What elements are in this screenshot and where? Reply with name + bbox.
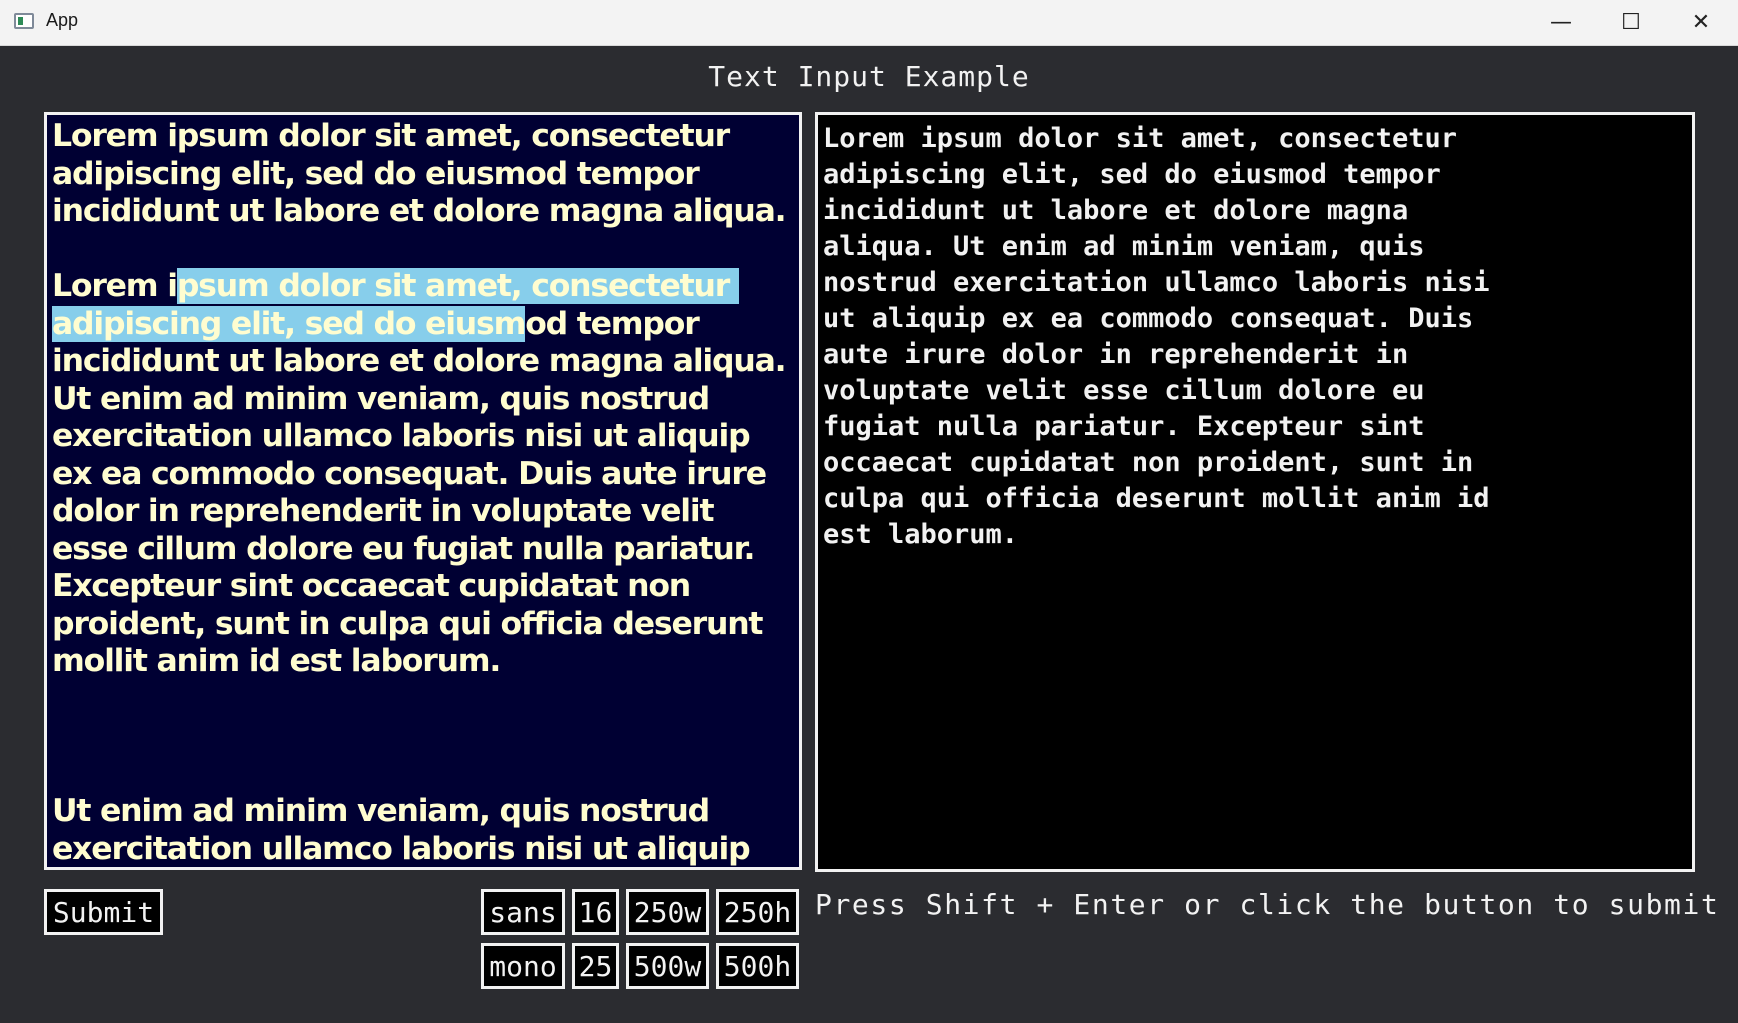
maximize-button[interactable]: ☐	[1596, 0, 1666, 45]
editor-text: od tempor incididunt ut labore et dolore…	[52, 305, 796, 680]
font-size-16-button[interactable]: 16	[572, 889, 619, 935]
editor-text: Lorem ipsum dolor sit amet, consectetur …	[52, 118, 787, 229]
app-window: App — ☐ ✕ Text Input Example Lorem ipsum…	[0, 0, 1738, 1023]
text-input-editor[interactable]: Lorem ipsum dolor sit amet, consectetur …	[44, 112, 802, 870]
font-sans-button[interactable]: sans	[481, 889, 565, 935]
editor-paragraph: ​	[52, 718, 794, 756]
editor-text: Lorem i	[52, 268, 178, 304]
close-button[interactable]: ✕	[1666, 0, 1736, 45]
editor-paragraph: Ut enim ad minim veniam, quis nostrud ex…	[52, 793, 794, 867]
text-output-display: Lorem ipsum dolor sit amet, consectetur …	[815, 112, 1695, 872]
editor-paragraph: Lorem ipsum dolor sit amet, consectetur …	[52, 118, 794, 231]
submit-hint-text: Press Shift + Enter or click the button …	[815, 888, 1720, 921]
editor-text: Ut enim ad minim veniam, quis nostrud ex…	[52, 793, 751, 867]
width-500-button[interactable]: 500w	[626, 943, 709, 989]
minimize-button[interactable]: —	[1526, 0, 1596, 45]
editor-paragraph: Lorem ipsum dolor sit amet, consectetur …	[52, 268, 794, 681]
maximize-icon: ☐	[1621, 10, 1641, 35]
title-bar: App — ☐ ✕	[0, 0, 1738, 46]
font-mono-button[interactable]: mono	[481, 943, 565, 989]
window-title: App	[46, 10, 79, 30]
submit-button[interactable]: Submit	[44, 889, 163, 935]
text-input-content[interactable]: Lorem ipsum dolor sit amet, consectetur …	[47, 115, 799, 867]
minimize-icon: —	[1550, 10, 1572, 35]
height-500-button[interactable]: 500h	[716, 943, 799, 989]
app-icon	[14, 13, 34, 29]
width-250-button[interactable]: 250w	[626, 889, 709, 935]
close-icon: ✕	[1691, 10, 1711, 35]
font-size-25-button[interactable]: 25	[572, 943, 619, 989]
page-title: Text Input Example	[708, 60, 1030, 93]
text-output-content: Lorem ipsum dolor sit amet, consectetur …	[823, 123, 1490, 550]
height-250-button[interactable]: 250h	[716, 889, 799, 935]
